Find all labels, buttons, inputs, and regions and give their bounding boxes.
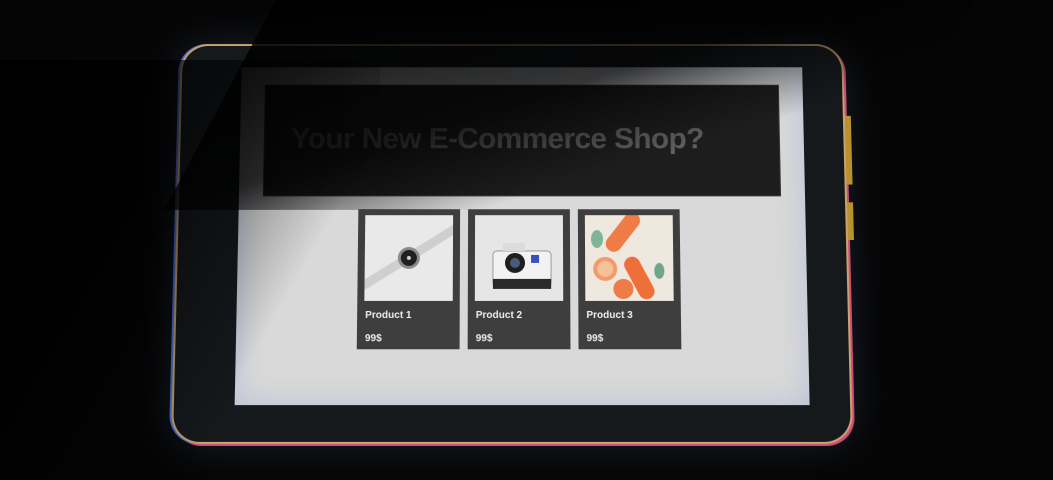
hero-banner: Your New E-Commerce Shop? xyxy=(262,84,782,197)
tablet-volume-button xyxy=(847,202,854,241)
tablet-side-button xyxy=(844,115,853,185)
product-name: Product 3 xyxy=(586,309,633,322)
product-grid: Product 1 99$ Product 2 99$ Product 3 99… xyxy=(356,209,682,350)
product-card[interactable]: Product 2 99$ xyxy=(467,209,571,350)
hero-title: Your New E-Commerce Shop? xyxy=(290,122,704,156)
product-card[interactable]: Product 1 99$ xyxy=(356,209,461,350)
watch-icon xyxy=(364,215,454,301)
product-price: 99$ xyxy=(586,333,604,345)
product-price: 99$ xyxy=(475,333,493,345)
tablet-device: Your New E-Commerce Shop? Product 1 99$ xyxy=(172,45,854,442)
tablet-screen: Your New E-Commerce Shop? Product 1 99$ xyxy=(234,67,810,406)
product-name: Product 1 xyxy=(365,309,412,322)
product-card[interactable]: Product 3 99$ xyxy=(577,209,682,350)
camera-icon xyxy=(474,215,564,301)
product-price: 99$ xyxy=(364,333,382,345)
product-name: Product 2 xyxy=(475,309,523,322)
grapefruit-icon xyxy=(584,215,674,301)
